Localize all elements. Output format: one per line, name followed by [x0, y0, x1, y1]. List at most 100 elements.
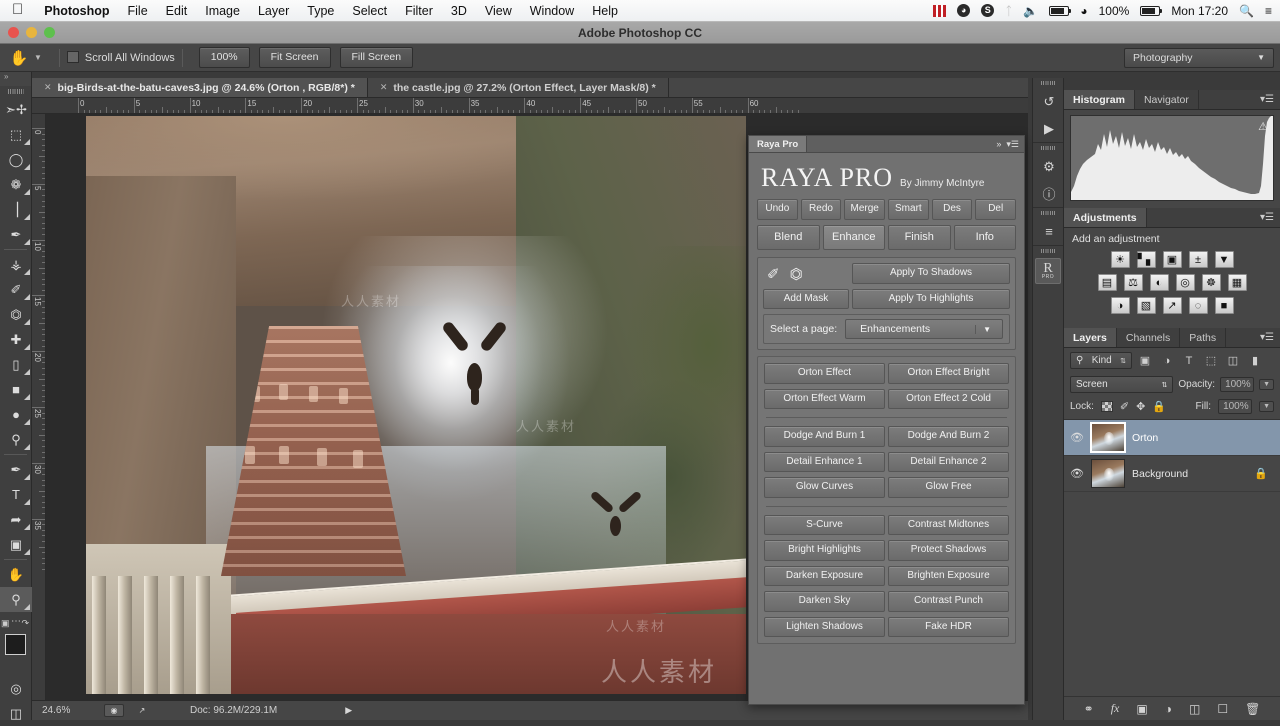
panel-grip[interactable] [1033, 246, 1063, 256]
preview-icon[interactable]: ◉ [104, 704, 124, 717]
menu-file[interactable]: File [119, 4, 157, 18]
layer-filter-kind-select[interactable]: ⚲ Kind ⇅ [1070, 352, 1132, 369]
battery-charging-icon[interactable] [1140, 5, 1163, 16]
filter-smart-object-icon[interactable]: ◫ [1224, 352, 1242, 369]
screen-mode-icon[interactable]: ◫ [0, 701, 32, 726]
color-lookup-icon[interactable]: ▦ [1227, 274, 1247, 291]
fill-slider-caret[interactable]: ▼ [1259, 401, 1274, 412]
panel-menu-icon[interactable]: ▾☰ [1260, 328, 1280, 347]
new-group-icon[interactable]: ◫ [1189, 702, 1200, 716]
redo-button[interactable]: Redo [800, 199, 842, 220]
panel-menu-icon[interactable]: ▾☰ [1260, 90, 1280, 109]
glow-free-button[interactable]: Glow Free [888, 477, 1009, 498]
tool-path-selection[interactable]: ➦ [0, 507, 32, 532]
layer-visibility-icon[interactable]: 👁 [1070, 467, 1084, 480]
invert-icon[interactable]: ◑ [1110, 297, 1130, 314]
menu-photoshop[interactable]: Photoshop [35, 4, 118, 18]
panel-menu-icon[interactable]: ▾☰ [1260, 208, 1280, 227]
darken-exposure-button[interactable]: Darken Exposure [764, 565, 885, 587]
glow-curves-button[interactable]: Glow Curves [764, 477, 885, 498]
play-actions-icon[interactable]: ▶ [1033, 115, 1065, 142]
fill-screen-button[interactable]: Fill Screen [339, 47, 414, 68]
menu-view[interactable]: View [476, 4, 521, 18]
opacity-slider-caret[interactable]: ▼ [1259, 379, 1274, 390]
blend-mode-select[interactable]: Screen ⇅ [1070, 376, 1174, 393]
tool-quick-selection[interactable]: ❁ [0, 172, 32, 197]
foreground-color-swatch[interactable] [5, 634, 26, 655]
chevron-down-icon[interactable]: ▼ [32, 53, 52, 62]
exposure-icon[interactable]: ± [1188, 251, 1208, 268]
actions-icon[interactable]: ≡ [1033, 218, 1065, 245]
tool-blur[interactable]: ● [0, 402, 32, 427]
raya-pro-icon[interactable]: R PRO [1035, 258, 1061, 284]
tool-spot-healing-brush[interactable]: ⚶ [0, 252, 32, 277]
brightness-contrast-icon[interactable]: ☀ [1110, 251, 1130, 268]
tool-eraser[interactable]: ▯ [0, 352, 32, 377]
threshold-icon[interactable]: ↗ [1162, 297, 1182, 314]
orton-effect-bright-button[interactable]: Orton Effect Bright [888, 363, 1009, 384]
menu-filter[interactable]: Filter [396, 4, 442, 18]
spotlight-search-icon[interactable]: 🔍 [1239, 5, 1254, 17]
menu-help[interactable]: Help [583, 4, 627, 18]
menu-3d[interactable]: 3D [442, 4, 476, 18]
apple-icon[interactable]:  [0, 2, 35, 19]
bluetooth-icon[interactable]: ᛏ [1005, 5, 1012, 17]
workspace-selector[interactable]: Photography ▼ [1124, 47, 1274, 68]
contrast-punch-button[interactable]: Contrast Punch [888, 591, 1009, 612]
menu-layer[interactable]: Layer [249, 4, 298, 18]
zoom-100-button[interactable]: 100% [198, 47, 250, 68]
tool-hand[interactable]: ✋ [0, 562, 32, 587]
posterize-icon[interactable]: ▧ [1136, 297, 1156, 314]
raya-pro-tab[interactable]: Raya Pro [749, 136, 808, 152]
filter-type-icon[interactable]: T [1180, 352, 1198, 369]
selective-color-icon[interactable]: ◌ [1188, 297, 1208, 314]
hue-saturation-icon[interactable]: ▤ [1097, 274, 1117, 291]
contrast-midtones-button[interactable]: Contrast Midtones [888, 514, 1009, 536]
tool-lasso[interactable]: ◯ [0, 147, 32, 172]
scroll-all-windows-checkbox[interactable] [66, 51, 85, 64]
layer-style-icon[interactable]: fx [1111, 701, 1120, 716]
brush-icon[interactable]: ✐ [767, 265, 780, 283]
tab-navigator[interactable]: Navigator [1135, 90, 1199, 109]
notification-center-icon[interactable]: ≡ [1265, 5, 1272, 17]
minimize-window-button[interactable] [26, 27, 37, 38]
tab-the-castle[interactable]: ✕ the castle.jpg @ 27.2% (Orton Effect, … [368, 78, 669, 97]
tab-blend[interactable]: Blend [757, 224, 820, 251]
select-page-dropdown[interactable]: Enhancements ▼ [845, 319, 1003, 340]
tab-adjustments[interactable]: Adjustments [1064, 208, 1147, 227]
tab-histogram[interactable]: Histogram [1064, 90, 1135, 109]
tool-history-brush[interactable]: ✚ [0, 327, 32, 352]
dodge-and-burn-1-button[interactable]: Dodge And Burn 1 [764, 426, 885, 447]
battery-meter-icon[interactable] [1049, 5, 1072, 16]
close-window-button[interactable] [8, 27, 19, 38]
info-icon[interactable]: ⓘ [1033, 180, 1065, 207]
filter-pixel-icon[interactable]: ▣ [1136, 352, 1154, 369]
color-swatches[interactable]: ▣ ↷ [0, 618, 34, 676]
panel-grip[interactable] [1033, 143, 1063, 153]
volume-icon[interactable]: 🔈 [1023, 5, 1038, 17]
curves-icon[interactable]: ▣ [1162, 251, 1182, 268]
tool-gradient[interactable]: ■ [0, 377, 32, 402]
zoom-level-field[interactable]: 24.6% [32, 705, 104, 716]
lock-position-icon[interactable]: ✥ [1136, 400, 1145, 413]
bright-highlights-button[interactable]: Bright Highlights [764, 540, 885, 561]
vertical-ruler[interactable]: 0 5 10 15 20 25 30 35 [32, 114, 46, 700]
filter-power-toggle-icon[interactable]: ▮ [1246, 352, 1264, 369]
delete-layer-icon[interactable]: 🗑 [1245, 702, 1260, 716]
layer-row-background[interactable]: 👁 Background 🔒 [1064, 456, 1280, 492]
film-strip-icon[interactable] [933, 4, 947, 17]
new-layer-icon[interactable]: ☐ [1217, 702, 1228, 716]
panel-menu-icon[interactable]: ▾☰ [1006, 139, 1019, 150]
new-adjustment-layer-icon[interactable]: ◑ [1165, 702, 1172, 716]
brighten-exposure-button[interactable]: Brighten Exposure [888, 565, 1009, 587]
menu-image[interactable]: Image [196, 4, 249, 18]
filter-adjustment-icon[interactable]: ◑ [1158, 352, 1176, 369]
properties-icon[interactable]: ⚙ [1033, 153, 1065, 180]
tab-paths[interactable]: Paths [1180, 328, 1227, 347]
tab-big-birds-batu-caves[interactable]: ✕ big-Birds-at-the-batu-caves3.jpg @ 24.… [32, 78, 368, 97]
maximize-window-button[interactable] [44, 27, 55, 38]
add-mask-button[interactable]: Add Mask [763, 288, 849, 310]
tool-brush[interactable]: ✐ [0, 277, 32, 302]
play-arrow-icon[interactable]: ▶ [345, 705, 352, 716]
quick-mask-icon[interactable]: ◎ [0, 676, 32, 701]
